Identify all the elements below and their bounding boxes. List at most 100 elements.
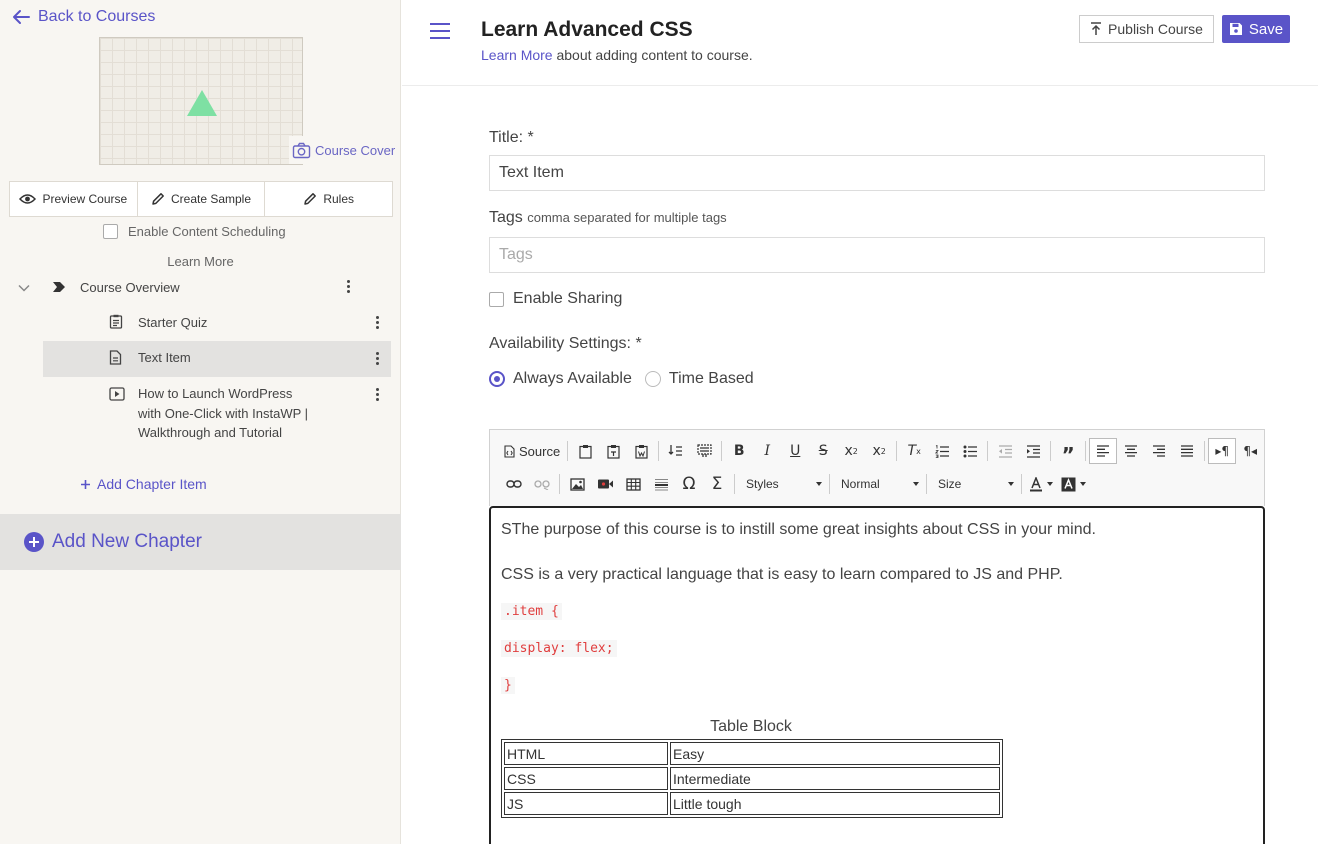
scheduling-label: Enable Content Scheduling [128, 224, 286, 239]
select-all-icon[interactable] [690, 438, 718, 464]
item-menu-icon[interactable] [376, 352, 379, 365]
text-direction-rtl-icon[interactable]: ¶◂ [1236, 438, 1264, 464]
video-embed-icon[interactable] [591, 471, 619, 497]
chapter-item-starter-quiz[interactable]: Starter Quiz [43, 312, 391, 334]
item-menu-icon[interactable] [376, 316, 379, 329]
add-chapter-item-button[interactable]: Add Chapter Item [80, 476, 207, 492]
table-cell: Easy [670, 742, 1000, 765]
styles-dropdown[interactable]: Styles [738, 473, 826, 495]
time-based-radio[interactable] [644, 371, 661, 387]
chapter-item-text-item[interactable]: Text Item [43, 341, 391, 377]
unlink-icon[interactable] [528, 471, 556, 497]
outdent-icon[interactable] [991, 438, 1019, 464]
remove-format-icon[interactable]: Tx [900, 438, 928, 464]
rich-text-editor[interactable]: SThe purpose of this course is to instil… [489, 506, 1265, 844]
hamburger-menu-icon[interactable] [429, 22, 451, 40]
availability-label: Availability Settings: * [489, 335, 642, 352]
sidebar: Back to Courses Course Cover Preview Cou… [0, 0, 401, 844]
align-left-icon[interactable] [1089, 438, 1118, 464]
align-center-icon[interactable] [1117, 438, 1145, 464]
find-replace-icon[interactable] [662, 438, 690, 464]
learn-more-link[interactable]: Learn More [0, 254, 401, 269]
bold-icon[interactable]: B [725, 438, 753, 464]
add-new-chapter-button[interactable]: Add New Chapter [0, 514, 401, 570]
background-color-button[interactable] [1057, 471, 1090, 497]
superscript-icon[interactable]: x2 [865, 438, 893, 464]
camera-icon [292, 142, 311, 159]
back-to-courses-link[interactable]: Back to Courses [12, 8, 155, 26]
floppy-disk-icon [1229, 22, 1243, 36]
chevron-down-icon[interactable] [18, 284, 30, 292]
pencil-icon [303, 192, 317, 206]
tags-label: Tags comma separated for multiple tags [489, 209, 727, 227]
chapter-title: Course Overview [80, 280, 180, 295]
underline-icon[interactable]: U [781, 438, 809, 464]
paste-icon[interactable] [571, 438, 599, 464]
sharing-checkbox[interactable] [489, 291, 504, 307]
background-color-icon [1061, 477, 1076, 492]
chapter-menu-icon[interactable] [347, 280, 350, 293]
text-direction-ltr-icon[interactable]: ▸¶ [1208, 438, 1237, 464]
chapter-item-video[interactable]: How to Launch WordPress with One-Click w… [43, 384, 391, 464]
math-formula-icon[interactable]: Σ [703, 471, 731, 497]
horizontal-rule-icon[interactable] [647, 471, 675, 497]
text-color-button[interactable] [1025, 471, 1057, 497]
preview-course-button[interactable]: Preview Course [10, 182, 138, 216]
paste-text-icon[interactable] [599, 438, 627, 464]
source-button[interactable]: Source [500, 438, 564, 464]
toolbar-separator [658, 441, 660, 461]
course-cover-image [99, 37, 303, 165]
clipboard-icon [109, 314, 123, 329]
numbered-list-icon[interactable] [928, 438, 956, 464]
align-justify-icon[interactable] [1173, 438, 1201, 464]
font-size-dropdown[interactable]: Size [930, 473, 1018, 495]
always-available-radio[interactable] [489, 371, 505, 387]
chapter-row[interactable]: Course Overview [0, 277, 401, 299]
create-sample-button[interactable]: Create Sample [138, 182, 266, 216]
tags-hint: comma separated for multiple tags [527, 210, 727, 225]
content-table: HTML Easy CSS Intermediate JS Little tou… [501, 739, 1003, 818]
subscript-icon[interactable]: x2 [837, 438, 865, 464]
course-cover-button[interactable]: Course Cover [289, 136, 399, 164]
rules-button[interactable]: Rules [265, 182, 392, 216]
toolbar-separator [1021, 474, 1022, 494]
back-label: Back to Courses [38, 8, 156, 25]
caret-down-icon [816, 482, 822, 486]
content-paragraph: SThe purpose of this course is to instil… [501, 521, 1096, 538]
publish-course-button[interactable]: Publish Course [1079, 15, 1214, 43]
strikethrough-icon[interactable]: S [809, 438, 837, 464]
special-character-icon[interactable]: Ω [675, 471, 703, 497]
title-input[interactable] [489, 155, 1265, 191]
toolbar-separator [734, 474, 735, 494]
image-icon[interactable] [563, 471, 591, 497]
table-row: JS Little tough [504, 792, 1000, 815]
format-dropdown[interactable]: Normal [833, 473, 923, 495]
code-line: display: flex; [501, 640, 617, 657]
align-right-icon[interactable] [1145, 438, 1173, 464]
pencil-icon [151, 192, 165, 206]
link-icon[interactable] [500, 471, 528, 497]
tag-icon [52, 281, 66, 293]
toolbar-separator [926, 474, 927, 494]
learn-more-link[interactable]: Learn More [481, 47, 553, 63]
save-button[interactable]: Save [1222, 15, 1290, 43]
table-cell: HTML [504, 742, 668, 765]
size-label: Size [938, 477, 962, 491]
blockquote-icon[interactable]: ” [1054, 438, 1082, 467]
plus-icon [80, 479, 91, 490]
course-cover-label: Course Cover [315, 142, 396, 158]
indent-icon[interactable] [1019, 438, 1047, 464]
eye-icon [19, 193, 37, 205]
italic-icon[interactable]: I [753, 438, 781, 464]
add-new-chapter-label: Add New Chapter [52, 531, 202, 552]
item-menu-icon[interactable] [376, 388, 379, 401]
source-icon [504, 444, 515, 458]
paste-word-icon[interactable] [627, 438, 655, 464]
tags-input[interactable] [489, 237, 1265, 273]
toolbar-separator [1204, 441, 1206, 461]
scheduling-checkbox[interactable] [103, 224, 118, 239]
table-icon[interactable] [619, 471, 647, 497]
bulleted-list-icon[interactable] [956, 438, 984, 464]
rules-label: Rules [323, 192, 355, 206]
page-title: Learn Advanced CSS [481, 18, 693, 41]
